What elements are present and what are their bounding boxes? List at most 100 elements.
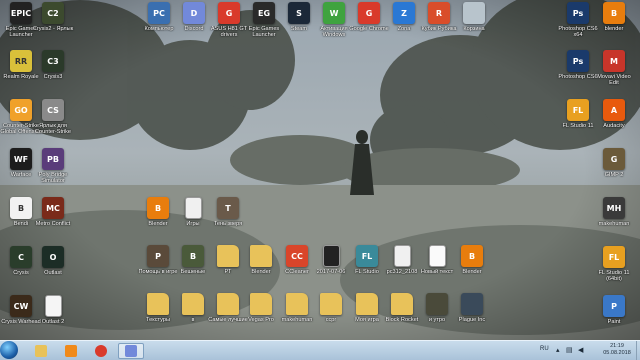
desktop-icon[interactable]: B Blender <box>451 245 493 291</box>
desktop-icon-label: Blender <box>462 269 482 275</box>
shortcut-icon <box>426 293 448 315</box>
photoshop-icon: Ps <box>567 50 589 72</box>
volume-icon[interactable]: ◀ <box>578 346 583 354</box>
desktop-icon[interactable]: FL FL Studio 11 (64bit) <box>593 246 635 292</box>
chrome-icon[interactable] <box>88 343 114 359</box>
discord-icon[interactable] <box>118 343 144 359</box>
language-indicator[interactable]: RU <box>540 346 549 352</box>
taskbar: RU ▴ ▤ ◀ 21:19 05.08.2018 <box>0 340 640 360</box>
bendi-icon: B <box>10 197 32 219</box>
folder-icon <box>320 293 342 315</box>
epic-games-icon: EG <box>253 2 275 24</box>
desktop-icon-label: GIMP 2 <box>604 172 624 178</box>
clock-time: 21:19 <box>610 343 624 349</box>
ccleaner-icon: CC <box>286 245 308 267</box>
start-button[interactable] <box>0 341 18 359</box>
folder-icon <box>147 293 169 315</box>
discord-icon-glyph <box>125 345 137 357</box>
warface-icon: WF <box>10 148 32 170</box>
desktop-icon[interactable]: PB Poly Bridge Simulator <box>32 148 74 194</box>
photoshop-icon: Ps <box>567 2 589 24</box>
crysis-icon: C2 <box>42 2 64 24</box>
folder-icon <box>250 245 272 267</box>
desktop-icon-label: makehuman <box>598 221 630 227</box>
crysis-icon: C3 <box>42 50 64 72</box>
makehuman-icon: MH <box>603 197 625 219</box>
folder-icon <box>286 293 308 315</box>
csgo-icon: GO <box>10 99 32 121</box>
image-icon <box>322 245 340 267</box>
network-icon[interactable]: ▤ <box>566 346 573 354</box>
desktop-icon[interactable]: M Movavi Video Edit <box>593 50 635 96</box>
desktop-icon[interactable]: MC Metro Conflict <box>32 197 74 243</box>
shortcut-icon: T <box>217 197 239 219</box>
audacity-icon: A <box>603 99 625 121</box>
explorer-icon-glyph <box>35 345 47 357</box>
desktop-icon-label: Plague Inc <box>458 317 486 323</box>
crysis-icon: CW <box>10 295 32 317</box>
document-icon <box>393 245 411 267</box>
desktop-icon[interactable]: MH makehuman <box>593 197 635 243</box>
epic-games-icon: EPIC <box>10 2 32 24</box>
desktop-icon-label: Movavi Video Edit <box>597 74 631 87</box>
desktop-icon[interactable]: C2 Crysis2 - Ярлык <box>32 2 74 48</box>
folder-icon <box>250 293 272 315</box>
desktop-icon[interactable]: P Paint <box>593 295 635 341</box>
folder-icon <box>356 293 378 315</box>
zona-icon: Z <box>393 2 415 24</box>
desktop-icon-label: FL Studio 11 (64bit) <box>598 270 630 283</box>
desktop-icon[interactable]: Outlast 2 <box>32 295 74 341</box>
steam-icon: S <box>288 2 310 24</box>
desktop-icon[interactable]: C3 Crysis3 <box>32 50 74 96</box>
text-file-icon <box>428 245 446 267</box>
desktop-icon-label: Crysis2 - Ярлык <box>32 26 74 32</box>
blender-icon: B <box>147 197 169 219</box>
desktop-icon[interactable]: Plague Inc <box>451 293 493 339</box>
desktop-icon[interactable]: O Outlast <box>32 246 74 292</box>
outlast-icon: O <box>42 246 64 268</box>
paint-icon: P <box>603 295 625 317</box>
desktop-icon-label: Poly Bridge Simulator <box>38 172 68 185</box>
shortcut-icon <box>461 293 483 315</box>
discord-icon: D <box>183 2 205 24</box>
desktop-icon[interactable]: CS Ярлык для Counter-Strike <box>32 99 74 145</box>
desktop-icon-label: Metro Conflict <box>35 221 71 227</box>
metro-conflict-icon: MC <box>42 197 64 219</box>
movavi-icon: M <box>603 50 625 72</box>
chrome-icon: G <box>358 2 380 24</box>
fl-studio-icon: FL <box>567 99 589 121</box>
shortcut-icon: B <box>182 245 204 267</box>
desktop-icon[interactable]: T Тень зверя <box>207 197 249 243</box>
blender-icon: B <box>603 2 625 24</box>
desktop-icon-label: Ярлык для Counter-Strike <box>34 123 72 136</box>
activation-icon: W <box>323 2 345 24</box>
desktop-icon[interactable]: Bblender <box>593 2 635 48</box>
poly-bridge-icon: PB <box>42 148 64 170</box>
explorer-icon[interactable] <box>28 343 54 359</box>
chrome-icon-glyph <box>95 345 107 357</box>
computer-icon: PC <box>148 2 170 24</box>
rubiks-cube-icon: R <box>428 2 450 24</box>
folder-icon <box>217 245 239 267</box>
desktop-icon-label: blender <box>604 26 624 32</box>
tray-arrow-icon[interactable]: ▴ <box>556 346 560 354</box>
desktop-icon[interactable]: G GIMP 2 <box>593 148 635 194</box>
desktop-icon[interactable]: Корзина <box>453 2 495 48</box>
desktop-icon[interactable]: A Audacity <box>593 99 635 145</box>
media-player-icon[interactable] <box>58 343 84 359</box>
folder-icon <box>391 293 413 315</box>
crysis-icon: C <box>10 246 32 268</box>
fl-studio-icon: FL <box>603 246 625 268</box>
clock[interactable]: 21:19 05.08.2018 <box>597 343 637 357</box>
recycle-bin-icon <box>463 2 485 24</box>
show-desktop-button[interactable] <box>636 341 640 360</box>
blender-icon: B <box>461 245 483 267</box>
folder-icon <box>182 293 204 315</box>
clock-date: 05.08.2018 <box>603 350 631 356</box>
folder-icon <box>217 293 239 315</box>
desktop-icon-label: Outlast 2 <box>41 319 65 325</box>
chrome-icon: G <box>218 2 240 24</box>
desktop-icon-label: Тень зверя <box>213 221 243 227</box>
media-player-icon-glyph <box>65 345 77 357</box>
desktop-icon-label: Outlast <box>44 270 62 276</box>
